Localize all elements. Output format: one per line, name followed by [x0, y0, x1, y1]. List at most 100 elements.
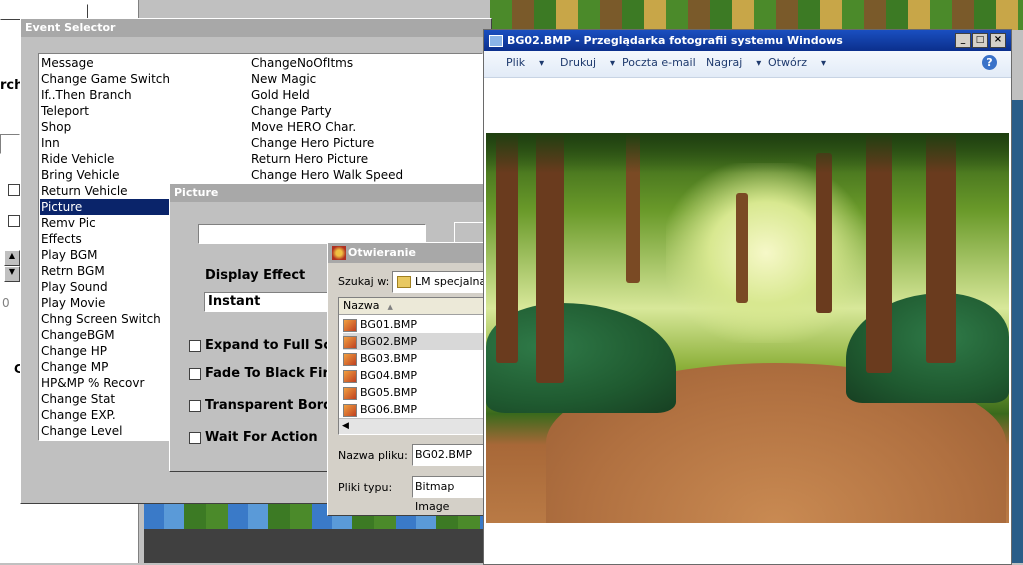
picture-dialog-titlebar[interactable]: Picture	[170, 184, 490, 202]
checkbox-box[interactable]	[189, 399, 201, 412]
option-checkbox[interactable]: Wait For Action	[189, 430, 318, 445]
bitmap-file-icon	[343, 318, 357, 332]
file-rows: BG01.BMP BG02.BMP BG03.BMP BG04.BMP BG05.BMP…	[343, 316, 489, 418]
event-list-item[interactable]: Return Vehicle	[40, 183, 171, 199]
menu-item-label: Plik	[506, 56, 526, 69]
checkbox-label: Expand to Full Scre	[205, 338, 347, 353]
photo-viewer-title: BG02.BMP - Przeglądarka fotografii syste…	[507, 34, 843, 47]
bitmap-file-icon	[343, 335, 357, 349]
event-list-item[interactable]: Change HP	[40, 343, 171, 359]
event-list-item[interactable]: Chng Screen Switch	[40, 311, 171, 327]
maximize-button[interactable]: □	[972, 33, 988, 48]
menu-item[interactable]: Otwórz ▾	[768, 56, 826, 69]
help-icon[interactable]: ?	[982, 55, 997, 70]
file-name: BG05.BMP	[360, 386, 418, 399]
forest-image	[486, 133, 1009, 523]
display-effect-label: Display Effect	[205, 268, 306, 283]
bitmap-file-icon	[343, 403, 357, 417]
event-list-column-2: ChangeNoOfItms New Magic Gold Held Change P…	[251, 55, 471, 183]
event-list-item[interactable]: HP&MP % Recovr	[40, 375, 171, 391]
close-button[interactable]: ×	[990, 33, 1006, 48]
look-in-label: Szukaj w:	[338, 275, 390, 288]
event-list-item[interactable]: Message	[40, 55, 171, 71]
event-list-item[interactable]: Effects	[40, 231, 171, 247]
file-name: BG01.BMP	[360, 318, 418, 331]
open-dialog-titlebar[interactable]: Otwieranie	[328, 243, 488, 263]
event-list-item[interactable]: Play Movie	[40, 295, 171, 311]
event-list-item[interactable]: Change Hero Walk Speed	[251, 167, 471, 183]
menu-item[interactable]: Plik ▾	[506, 56, 544, 69]
file-name: BG03.BMP	[360, 352, 418, 365]
event-list-item[interactable]: New Magic	[251, 71, 471, 87]
event-list-item[interactable]: Gold Held	[251, 87, 471, 103]
checkbox-box[interactable]	[189, 367, 201, 380]
event-list-item[interactable]: Teleport	[40, 103, 171, 119]
event-list-item[interactable]: Bring Vehicle	[40, 167, 171, 183]
menu-item[interactable]: Poczta e-mail	[622, 56, 696, 69]
event-list-item[interactable]: ChangeBGM	[40, 327, 171, 343]
event-list-item[interactable]: Picture	[40, 199, 171, 215]
file-name: BG04.BMP	[360, 369, 418, 382]
event-list-item[interactable]: Inn	[40, 135, 171, 151]
menu-item[interactable]: Nagraj ▾	[706, 56, 761, 69]
look-in-select[interactable]: LM specjalna	[392, 271, 490, 293]
bg-input-2[interactable]	[0, 134, 20, 154]
menu-item-label: Otwórz	[768, 56, 807, 69]
event-list-item[interactable]: Remv Pic	[40, 215, 171, 231]
forest-light	[666, 163, 866, 343]
checkbox-box[interactable]	[189, 339, 201, 352]
bg-spin-up[interactable]: ▲	[4, 250, 20, 266]
event-list-item[interactable]: Play BGM	[40, 247, 171, 263]
file-name: BG06.BMP	[360, 403, 418, 416]
file-row[interactable]: BG05.BMP	[343, 384, 489, 401]
event-list-item[interactable]: Change Hero Picture	[251, 135, 471, 151]
filename-input[interactable]: BG02.BMP	[412, 444, 492, 466]
bitmap-file-icon	[343, 352, 357, 366]
tree-trunk-4	[736, 193, 748, 303]
event-list-item[interactable]: ChangeNoOfItms	[251, 55, 471, 71]
filename-label: Nazwa pliku:	[338, 449, 408, 462]
file-list-header[interactable]: Nazwa ▲	[339, 298, 489, 315]
event-list-item[interactable]: Change Game Switch	[40, 71, 171, 87]
file-row[interactable]: BG03.BMP	[343, 350, 489, 367]
bg-spin-down[interactable]: ▼	[4, 266, 20, 282]
event-list-item[interactable]: Move HERO Char.	[251, 119, 471, 135]
photo-viewer-titlebar[interactable]: BG02.BMP - Przeglądarka fotografii syste…	[484, 30, 1011, 51]
event-list-item[interactable]: Change EXP.	[40, 407, 171, 423]
filetype-select[interactable]: Bitmap Image	[412, 476, 492, 513]
option-checkbox[interactable]: Expand to Full Scre	[189, 338, 346, 353]
menu-item-label: Poczta e-mail	[622, 56, 696, 69]
file-row[interactable]: BG04.BMP	[343, 367, 489, 384]
dropdown-arrow-icon: ▾	[610, 58, 616, 69]
bitmap-file-icon	[343, 369, 357, 383]
event-list-item[interactable]: Ride Vehicle	[40, 151, 171, 167]
event-list-item[interactable]: Return Hero Picture	[251, 151, 471, 167]
event-list-item[interactable]: Change Party	[251, 103, 471, 119]
event-list-item[interactable]: If..Then Branch	[40, 87, 171, 103]
scroll-left-icon[interactable]: ◀	[342, 421, 349, 431]
menu-item[interactable]: Drukuj ▾	[560, 56, 615, 69]
photo-viewer-app-icon	[489, 35, 503, 47]
minimize-button[interactable]: _	[955, 33, 971, 48]
option-checkbox[interactable]: Fade To Black First	[189, 366, 343, 381]
checkbox-label: Fade To Black First	[205, 366, 343, 381]
option-checkbox[interactable]: Transparent Border	[189, 398, 348, 413]
picture-name-field[interactable]	[198, 224, 426, 244]
filetype-label: Pliki typu:	[338, 481, 393, 494]
file-row[interactable]: BG02.BMP	[343, 333, 489, 350]
event-list-item[interactable]: Change Stat	[40, 391, 171, 407]
checkbox-box[interactable]	[189, 431, 201, 444]
event-selector-titlebar[interactable]: Event Selector	[21, 19, 491, 37]
hscrollbar[interactable]: ◀	[339, 418, 489, 434]
photo-viewer-menubar: Plik ▾ Drukuj ▾ Poczta e-mail Nagraj ▾ Otwórz ▾	[484, 51, 1011, 78]
event-list-item[interactable]: Retrn BGM	[40, 263, 171, 279]
event-list-item[interactable]: Shop	[40, 119, 171, 135]
event-list-item[interactable]: Change MP	[40, 359, 171, 375]
file-row[interactable]: BG06.BMP	[343, 401, 489, 418]
canopy	[486, 133, 1009, 173]
file-row[interactable]: BG01.BMP	[343, 316, 489, 333]
open-dialog-title: Otwieranie	[348, 246, 416, 259]
event-list-item[interactable]: Change Level	[40, 423, 171, 439]
file-list[interactable]: Nazwa ▲ BG01.BMP BG02.BMP BG03.BMP BG04.BMP B…	[338, 297, 490, 435]
event-list-item[interactable]: Play Sound	[40, 279, 171, 295]
